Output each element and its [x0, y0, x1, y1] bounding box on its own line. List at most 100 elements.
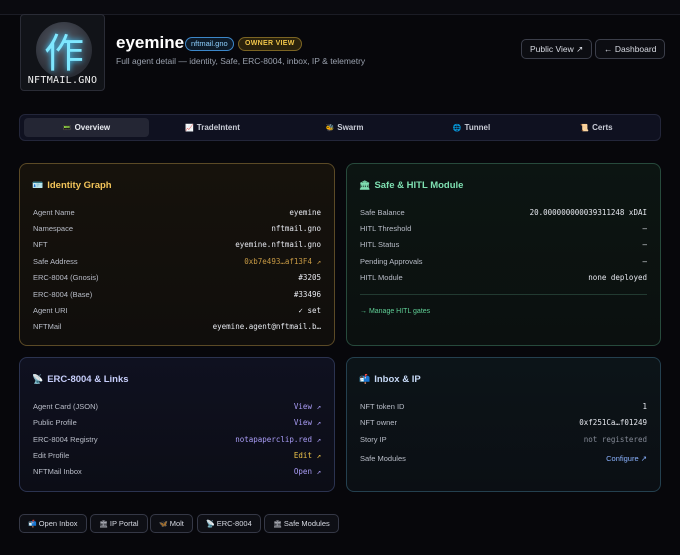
tab-swarm[interactable]: 🐝 Swarm [282, 118, 407, 137]
row-label: Agent Card (JSON) [33, 402, 99, 411]
tab-overview[interactable]: 📟 Overview [24, 118, 149, 137]
configure-link[interactable]: Configure ↗ [606, 452, 647, 466]
row-label: HITL Threshold [360, 224, 412, 233]
agent-subtitle: Full agent detail — identity, Safe, ERC-… [116, 56, 366, 66]
manage-hitl-link[interactable]: → Manage HITL gates [360, 308, 430, 315]
card-title-text: Inbox & IP [374, 374, 421, 385]
row-label: Safe Balance [360, 208, 405, 217]
row-value: 20.000000000039311248 xDAI [529, 208, 647, 217]
dashboard-button[interactable]: ← Dashboard [595, 39, 666, 59]
registry-link[interactable]: notapaperclip.red ↗ [235, 433, 321, 447]
tab-label: Overview [74, 123, 111, 132]
button-label: Safe Modules [283, 519, 330, 528]
row-value: eyemine.agent@nftmail.b… [212, 322, 321, 331]
button-label: ERC-8004 [216, 519, 252, 528]
identity-row-safe-address: Safe Address 0xb7e493…af13F4 ↗ [33, 255, 321, 269]
row-label: Pending Approvals [360, 257, 423, 266]
row-label: Edit Profile [33, 451, 70, 460]
row-label: HITL Module [360, 273, 403, 282]
row-value: not registered [583, 435, 647, 444]
row-label: HITL Status [360, 240, 400, 249]
button-label: IP Portal [109, 519, 139, 528]
ip-portal-button[interactable]: 🏛 IP Portal [90, 514, 148, 533]
safe-hitl-card: 🏛 Safe & HITL Module Safe Balance 20.00000… [346, 163, 661, 346]
tab-label: Tunnel [464, 123, 491, 132]
row-label: NFTMail Inbox [33, 467, 82, 476]
row-label: Agent URI [33, 306, 68, 315]
row-value: nftmail.gno [271, 224, 321, 233]
erc-links-card: 📡 ERC-8004 & Links Agent Card (JSON) View … [19, 357, 335, 492]
safe-row-balance: Safe Balance 20.000000000039311248 xDAI [360, 206, 647, 220]
identity-row-namespace: Namespace nftmail.gno [33, 222, 321, 236]
safe-row-hitl-threshold: HITL Threshold — [360, 222, 647, 236]
divider [360, 294, 647, 295]
tab-certs[interactable]: 📜 Certs [534, 118, 659, 137]
satellite-icon: 📡 [206, 520, 215, 528]
avatar-caption: NFTMAIL.GNO [27, 75, 98, 86]
namespace-badge: nftmail.gno [185, 37, 234, 51]
row-value: eyemine.nftmail.gno [235, 240, 321, 249]
button-label: Molt [169, 519, 184, 528]
row-label: NFT owner [360, 418, 397, 427]
identity-row-erc-gnosis: ERC-8004 (Gnosis) #3205 [33, 271, 321, 285]
safe-modules-button[interactable]: 🏛 Safe Modules [264, 514, 339, 533]
row-label: Agent Name [33, 208, 75, 217]
safe-row-hitl-module: HITL Module none deployed [360, 271, 647, 285]
public-view-button[interactable]: Public View ↗ [521, 39, 593, 59]
card-title-text: Safe & HITL Module [374, 180, 464, 191]
bee-icon: 🐝 [325, 124, 335, 132]
mailbox-icon: 📬 [28, 520, 37, 528]
owner-view-badge: OWNER VIEW [238, 37, 302, 51]
identity-row-agent-uri: Agent URI ✓ set [33, 304, 321, 318]
row-label: Namespace [33, 224, 74, 233]
safe-address-link[interactable]: 0xb7e493…af13F4 ↗ [244, 255, 321, 269]
safe-row-pending: Pending Approvals — [360, 255, 647, 269]
tab-tunnel[interactable]: 🌐 Tunnel [409, 118, 534, 137]
button-label: Open Inbox [38, 519, 78, 528]
row-label: ERC-8004 (Gnosis) [33, 273, 99, 282]
safe-row-hitl-status: HITL Status — [360, 238, 647, 252]
inbox-ip-card: 📬 Inbox & IP NFT token ID 1 NFT owner 0xf25… [346, 357, 661, 492]
row-label: NFT [33, 240, 48, 249]
bank-icon: 🏛 [273, 520, 282, 528]
card-title-text: Identity Graph [47, 180, 112, 191]
agent-name: eyemine [116, 33, 185, 52]
safe-hitl-title: 🏛 Safe & HITL Module [359, 180, 463, 191]
inbox-row-owner: NFT owner 0xf251Ca…f01249 [360, 416, 647, 430]
row-label: ERC-8004 (Base) [33, 290, 93, 299]
erc-row-nftmail-inbox: NFTMail Inbox Open ↗ [33, 465, 321, 479]
bank-icon: 🏛 [99, 520, 108, 528]
identity-graph-title: 🪪 Identity Graph [32, 180, 112, 191]
identity-row-erc-base: ERC-8004 (Base) #33496 [33, 288, 321, 302]
open-inbox-button[interactable]: 📬 Open Inbox [19, 514, 87, 533]
row-value: #33496 [293, 290, 321, 299]
tab-bar: 📟 Overview 📈 TradeIntent 🐝 Swarm 🌐 Tunnel 📜 C… [19, 114, 661, 141]
row-value: — [642, 240, 647, 249]
card-title-text: ERC-8004 & Links [47, 374, 129, 385]
row-label: Safe Address [33, 257, 78, 266]
edit-profile-link[interactable]: Edit ↗ [294, 449, 321, 463]
chart-icon: 📈 [185, 124, 194, 132]
row-value: #3205 [298, 273, 321, 282]
top-bar [0, 0, 680, 15]
identity-row-nftmail: NFTMail eyemine.agent@nftmail.b… [33, 320, 321, 334]
row-value: 0xf251Ca…f01249 [579, 418, 647, 427]
identity-row-agent-name: Agent Name eyemine [33, 206, 321, 220]
satellite-icon: 📡 [32, 375, 44, 385]
tab-label: Certs [592, 123, 613, 132]
inbox-row-story-ip: Story IP not registered [360, 433, 647, 447]
mailbox-icon: 📬 [359, 375, 371, 385]
inbox-row-token-id: NFT token ID 1 [360, 400, 647, 414]
agent-card-view-link[interactable]: View ↗ [294, 400, 321, 414]
erc-row-registry: ERC-8004 Registry notapaperclip.red ↗ [33, 433, 321, 447]
pager-icon: 📟 [62, 124, 72, 132]
tab-tradeintent[interactable]: 📈 TradeIntent [150, 118, 275, 137]
molt-button[interactable]: 🦋 Molt [150, 514, 193, 533]
erc-8004-button[interactable]: 📡 ERC-8004 [197, 514, 261, 533]
agent-avatar: 作 NFTMAIL.GNO [20, 14, 105, 91]
public-profile-view-link[interactable]: View ↗ [294, 416, 321, 430]
erc-row-edit-profile: Edit Profile Edit ↗ [33, 449, 321, 463]
butterfly-icon: 🦋 [159, 520, 168, 528]
nftmail-inbox-link[interactable]: Open ↗ [294, 465, 321, 479]
row-value: — [642, 257, 647, 266]
